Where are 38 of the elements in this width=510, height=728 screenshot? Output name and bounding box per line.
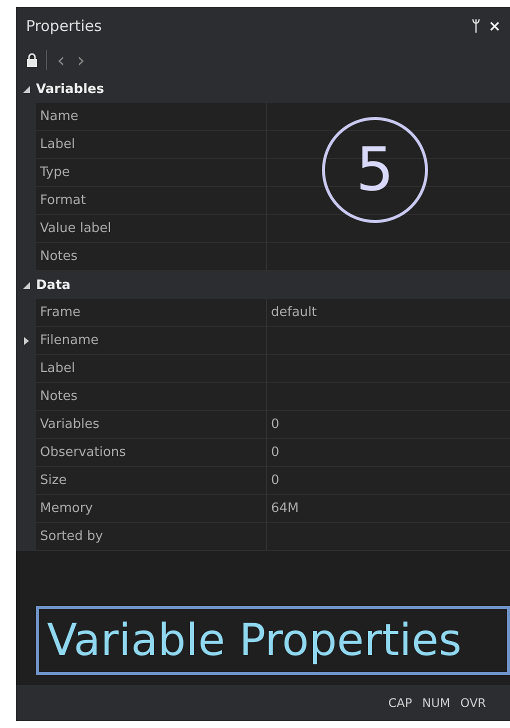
property-value[interactable]: 64M [267,495,510,523]
expand-arrow-icon[interactable] [24,337,28,345]
forward-button[interactable]: › [75,50,87,70]
property-name[interactable]: Variables [36,411,267,439]
property-name[interactable]: Format [36,187,267,215]
back-button[interactable]: ‹ [55,50,67,70]
property-name[interactable]: Label [36,355,267,383]
property-name[interactable]: Name [36,103,267,131]
caption-label: Variable Properties [36,606,510,675]
expanded-triangle-icon[interactable] [22,86,30,92]
callout-circle: 5 [322,117,428,223]
close-button[interactable]: × [485,17,504,35]
property-value[interactable]: 0 [267,411,510,439]
property-value[interactable] [267,103,510,131]
property-name[interactable]: Value label [36,215,267,243]
property-name[interactable]: Notes [36,243,267,271]
property-name[interactable]: Observations [36,439,267,467]
property-name[interactable]: Memory [36,495,267,523]
group-title: Variables [36,82,104,96]
lock-icon[interactable] [26,53,38,67]
pin-button[interactable]: ᛘ [468,17,484,35]
expanded-triangle-icon[interactable] [22,282,30,288]
property-name[interactable]: Frame [36,299,267,327]
property-name[interactable]: Notes [36,383,267,411]
property-name[interactable]: Filename [36,327,267,355]
status-indicator: OVR [460,696,486,710]
status-indicator: CAP [388,696,412,710]
property-name[interactable]: Size [36,467,267,495]
status-indicator: NUM [422,696,450,710]
property-name[interactable]: Sorted by [36,523,267,551]
property-value[interactable]: 0 [267,439,510,467]
property-value[interactable] [267,215,510,243]
panel-title: Properties [26,17,102,35]
property-name[interactable]: Label [36,131,267,159]
property-value[interactable]: 0 [267,467,510,495]
group-title: Data [36,278,71,292]
property-name[interactable]: Type [36,159,267,187]
property-value[interactable]: default [267,299,510,327]
